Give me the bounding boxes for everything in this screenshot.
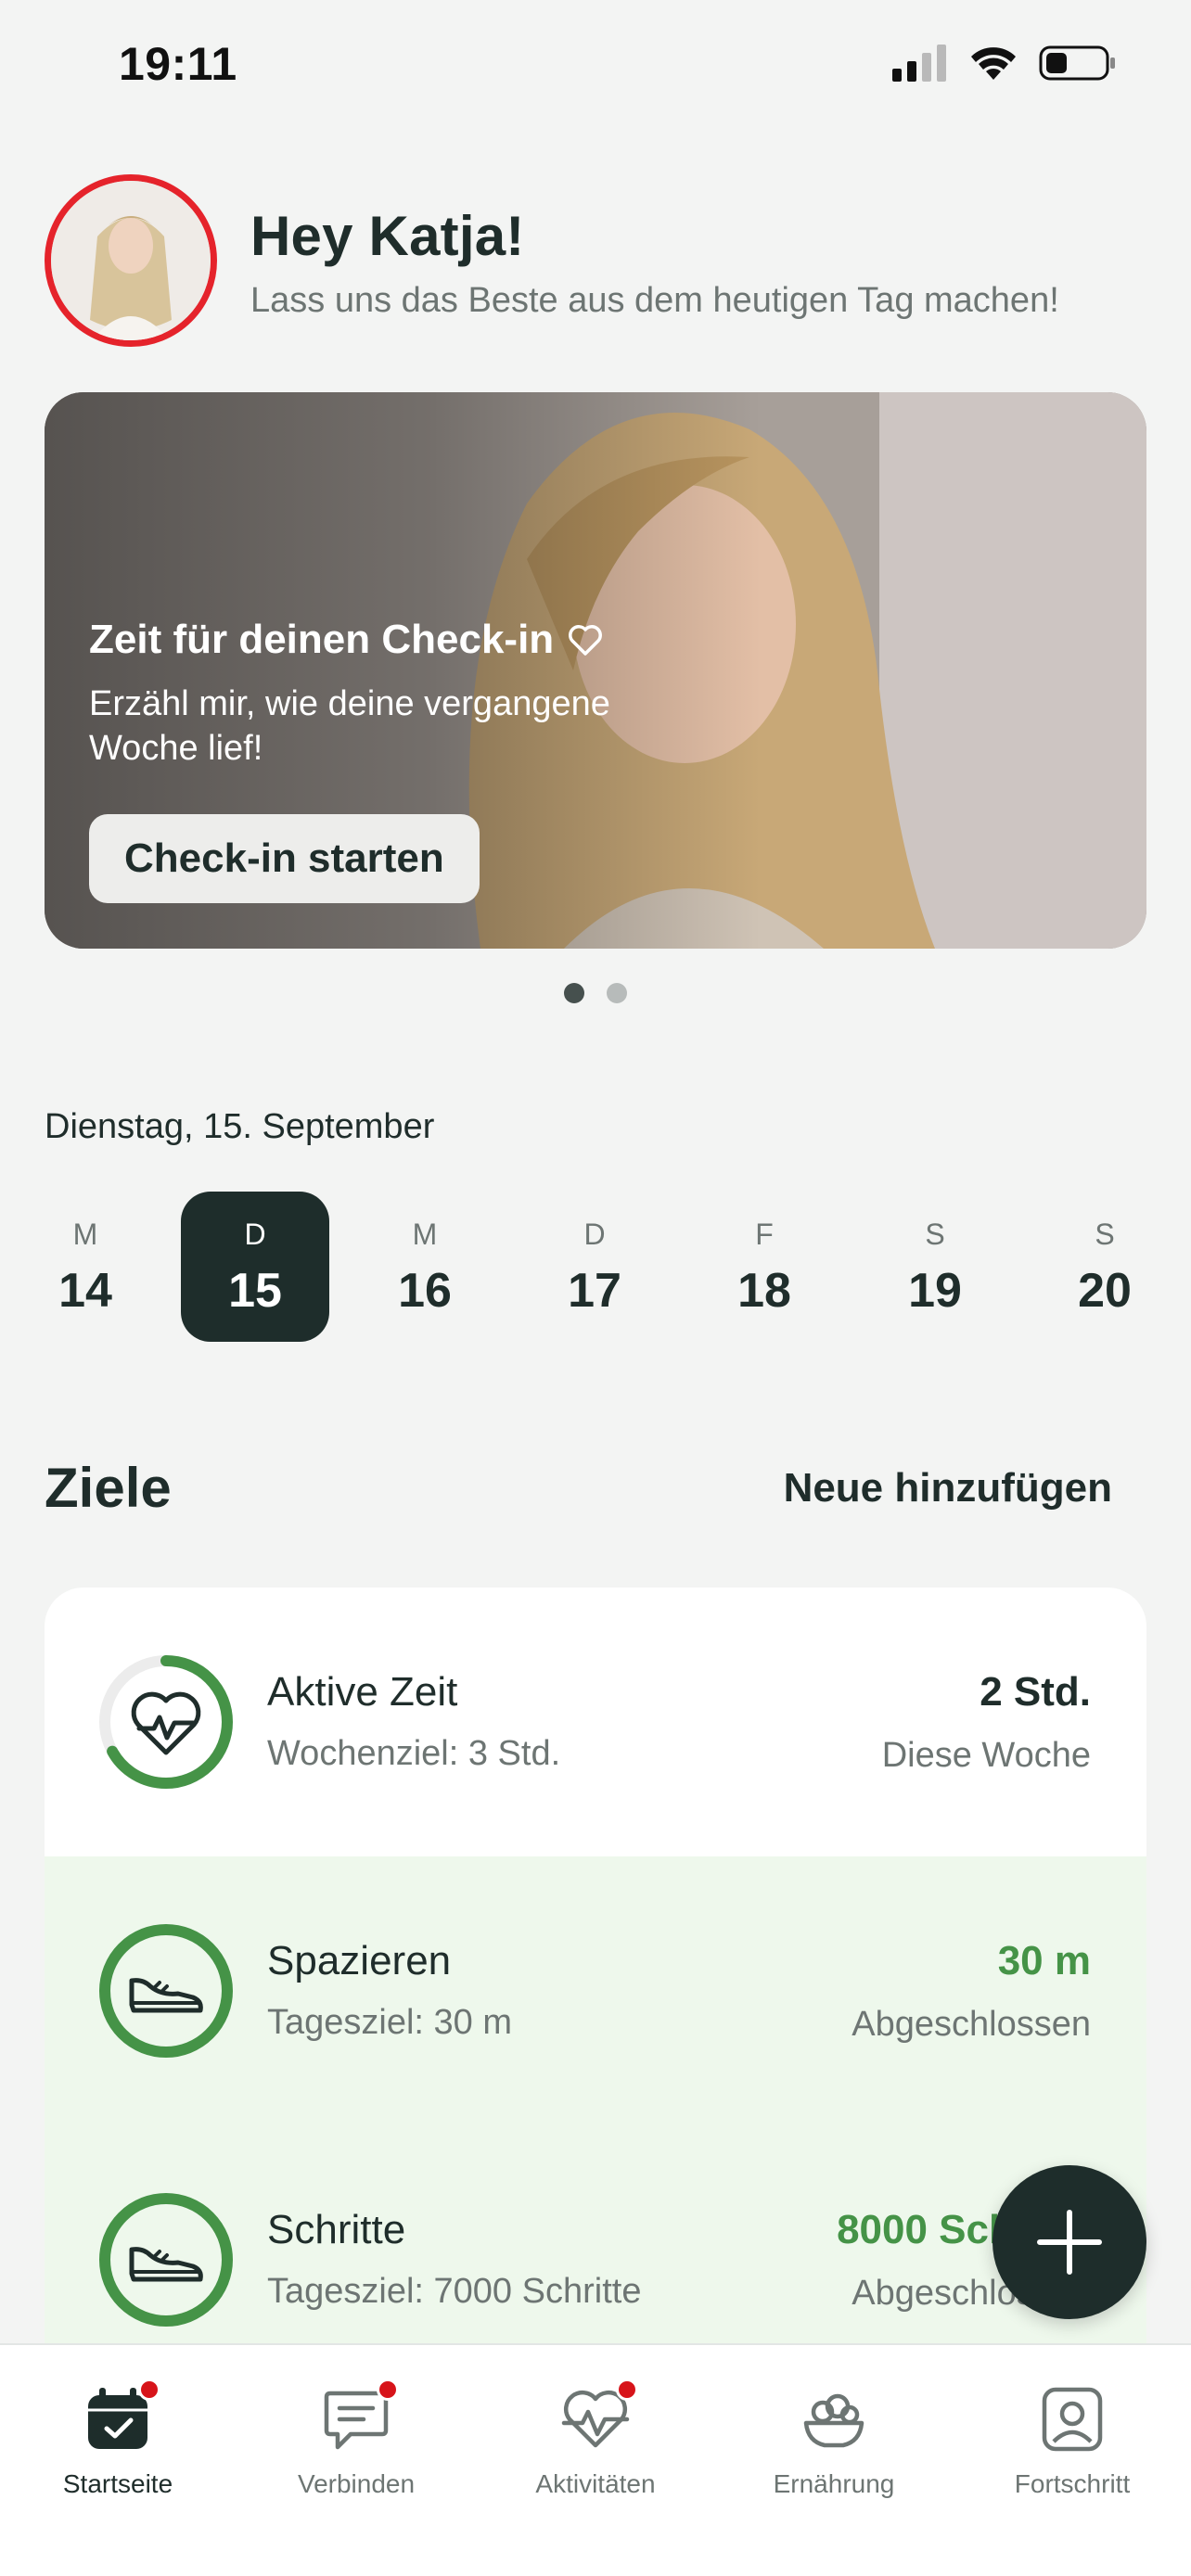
day-cell[interactable]: M 14 (11, 1192, 160, 1342)
day-cell[interactable]: M 16 (351, 1192, 499, 1342)
goal-value: 30 m (997, 1938, 1091, 1983)
tab-startseite[interactable]: Startseite (6, 2378, 229, 2499)
day-number: 19 (908, 1264, 962, 1318)
day-letter: S (1095, 1218, 1115, 1251)
goals-title: Ziele (45, 1457, 172, 1519)
goal-row-walking[interactable]: Spazieren Tagesziel: 30 m 30 m Abgeschlo… (45, 1856, 1146, 2125)
day-cell[interactable]: S 20 (1031, 1192, 1179, 1342)
status-bar: 19:11 (0, 0, 1191, 134)
checkin-hero-card[interactable]: Zeit für deinen Check-in Erzähl mir, wie… (45, 392, 1146, 949)
day-letter: F (755, 1218, 774, 1251)
add-goal-link[interactable]: Neue hinzufügen (784, 1465, 1112, 1511)
goal-row-steps[interactable]: Schritte Tagesziel: 7000 Schritte 8000 S… (45, 2125, 1146, 2366)
day-number: 16 (398, 1264, 452, 1318)
greeting-subtitle: Lass uns das Beste aus dem heutigen Tag … (250, 281, 1059, 320)
carousel-dot[interactable] (607, 983, 627, 1003)
goal-status: Diese Woche (881, 1736, 1091, 1775)
day-cell-selected[interactable]: D 15 (181, 1192, 329, 1342)
home-screen: 19:11 Hey Katja! Lass uns das Beste aus … (0, 0, 1191, 2576)
carousel-pagination (0, 983, 1191, 1003)
wifi-icon (971, 47, 1016, 80)
tab-label: Aktivitäten (535, 2469, 656, 2498)
goal-name: Spazieren (267, 1938, 452, 1983)
day-letter: S (925, 1218, 945, 1251)
plus-icon (1037, 2210, 1102, 2275)
hero-title: Zeit für deinen Check-in (89, 617, 555, 662)
tab-label: Verbinden (297, 2469, 416, 2498)
goal-target: Tagesziel: 30 m (267, 2003, 513, 2042)
avatar-photo (51, 181, 211, 340)
tab-verbinden[interactable]: Verbinden (245, 2378, 467, 2499)
battery-icon (1039, 45, 1115, 81)
food-bowl-icon (803, 2393, 864, 2448)
heartbeat-icon (99, 1655, 233, 1789)
tab-label: Ernährung (773, 2469, 895, 2498)
goal-target: Wochenziel: 3 Std. (267, 1734, 561, 1773)
sneaker-icon (99, 1924, 233, 2058)
goals-list: Aktive Zeit Wochenziel: 3 Std. 2 Std. Di… (45, 1588, 1146, 2366)
tab-fortschritt[interactable]: Fortschritt (961, 2382, 1184, 2499)
goal-target: Tagesziel: 7000 Schritte (267, 2272, 642, 2311)
goal-name: Aktive Zeit (267, 1669, 458, 1715)
notification-badge (616, 2378, 638, 2401)
day-number: 14 (58, 1264, 112, 1318)
day-letter: M (412, 1218, 438, 1251)
day-letter: D (583, 1218, 606, 1251)
add-fab-button[interactable] (992, 2165, 1146, 2319)
profile-icon (1042, 2387, 1103, 2452)
day-number: 15 (228, 1264, 282, 1318)
day-letter: D (244, 1218, 266, 1251)
cellular-signal-icon (892, 45, 946, 82)
goal-name: Schritte (267, 2207, 406, 2252)
date-label: Dienstag, 15. September (45, 1107, 435, 1146)
goal-row-active-time[interactable]: Aktive Zeit Wochenziel: 3 Std. 2 Std. Di… (45, 1588, 1146, 1856)
heart-outline-icon (569, 625, 603, 656)
day-number: 18 (737, 1264, 791, 1318)
day-cell[interactable]: D 17 (520, 1192, 669, 1342)
tab-aktivitaeten[interactable]: Aktivitäten (484, 2378, 707, 2499)
hero-subtitle: Erzähl mir, wie deine vergangene Woche l… (89, 684, 610, 768)
day-cell[interactable]: F 18 (690, 1192, 839, 1342)
bottom-tab-bar: Startseite Verbinden Aktivitäten Ernähru… (0, 2343, 1191, 2576)
goal-value: 2 Std. (980, 1669, 1091, 1715)
carousel-dot[interactable] (564, 983, 584, 1003)
goal-status: Abgeschlossen (852, 2005, 1091, 2044)
checkin-start-button[interactable]: Check-in starten (89, 814, 480, 903)
day-letter: M (72, 1218, 98, 1251)
notification-badge (138, 2378, 160, 2401)
day-cell[interactable]: S 19 (861, 1192, 1009, 1342)
tab-ernaehrung[interactable]: Ernährung (723, 2382, 945, 2499)
sneaker-icon (99, 2193, 233, 2327)
status-time: 19:11 (119, 38, 237, 90)
notification-badge (377, 2378, 399, 2401)
day-number: 20 (1078, 1264, 1132, 1318)
tab-label: Fortschritt (1014, 2469, 1131, 2498)
day-number: 17 (568, 1264, 621, 1318)
tab-label: Startseite (62, 2469, 173, 2498)
week-selector: M 14 D 15 M 16 D 17 F 18 S 19 S 20 (0, 1192, 1191, 1345)
avatar[interactable] (45, 174, 217, 347)
greeting-title: Hey Katja! (250, 205, 525, 267)
